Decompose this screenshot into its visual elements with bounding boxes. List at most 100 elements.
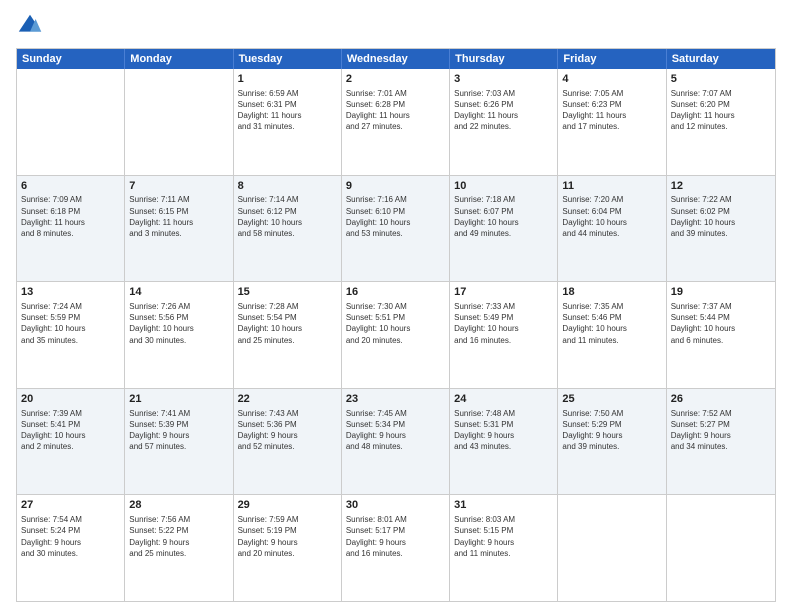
day-details: Sunrise: 7:09 AM Sunset: 6:18 PM Dayligh… bbox=[21, 194, 120, 239]
day-details: Sunrise: 7:03 AM Sunset: 6:26 PM Dayligh… bbox=[454, 88, 553, 133]
day-details: Sunrise: 7:52 AM Sunset: 5:27 PM Dayligh… bbox=[671, 408, 771, 453]
header-day-sunday: Sunday bbox=[17, 49, 125, 69]
day-number: 12 bbox=[671, 179, 771, 194]
day-details: Sunrise: 7:16 AM Sunset: 6:10 PM Dayligh… bbox=[346, 194, 445, 239]
day-details: Sunrise: 7:24 AM Sunset: 5:59 PM Dayligh… bbox=[21, 301, 120, 346]
day-number: 23 bbox=[346, 392, 445, 407]
day-number: 2 bbox=[346, 72, 445, 87]
calendar-cell: 31Sunrise: 8:03 AM Sunset: 5:15 PM Dayli… bbox=[450, 495, 558, 601]
calendar-cell: 27Sunrise: 7:54 AM Sunset: 5:24 PM Dayli… bbox=[17, 495, 125, 601]
day-details: Sunrise: 7:50 AM Sunset: 5:29 PM Dayligh… bbox=[562, 408, 661, 453]
day-number: 25 bbox=[562, 392, 661, 407]
calendar-cell: 9Sunrise: 7:16 AM Sunset: 6:10 PM Daylig… bbox=[342, 176, 450, 282]
header-day-tuesday: Tuesday bbox=[234, 49, 342, 69]
day-number: 27 bbox=[21, 498, 120, 513]
page-header bbox=[16, 12, 776, 40]
logo-icon bbox=[16, 12, 44, 40]
day-number: 15 bbox=[238, 285, 337, 300]
day-details: Sunrise: 7:20 AM Sunset: 6:04 PM Dayligh… bbox=[562, 194, 661, 239]
day-details: Sunrise: 7:43 AM Sunset: 5:36 PM Dayligh… bbox=[238, 408, 337, 453]
header-day-wednesday: Wednesday bbox=[342, 49, 450, 69]
day-details: Sunrise: 7:35 AM Sunset: 5:46 PM Dayligh… bbox=[562, 301, 661, 346]
day-number: 3 bbox=[454, 72, 553, 87]
calendar-cell: 25Sunrise: 7:50 AM Sunset: 5:29 PM Dayli… bbox=[558, 389, 666, 495]
day-details: Sunrise: 7:18 AM Sunset: 6:07 PM Dayligh… bbox=[454, 194, 553, 239]
calendar-cell bbox=[667, 495, 775, 601]
calendar-cell: 3Sunrise: 7:03 AM Sunset: 6:26 PM Daylig… bbox=[450, 69, 558, 175]
day-details: Sunrise: 7:11 AM Sunset: 6:15 PM Dayligh… bbox=[129, 194, 228, 239]
calendar-cell bbox=[125, 69, 233, 175]
calendar-cell: 14Sunrise: 7:26 AM Sunset: 5:56 PM Dayli… bbox=[125, 282, 233, 388]
day-number: 4 bbox=[562, 72, 661, 87]
day-details: Sunrise: 7:39 AM Sunset: 5:41 PM Dayligh… bbox=[21, 408, 120, 453]
page-container: SundayMondayTuesdayWednesdayThursdayFrid… bbox=[0, 0, 792, 612]
logo bbox=[16, 12, 48, 40]
day-number: 6 bbox=[21, 179, 120, 194]
calendar-header: SundayMondayTuesdayWednesdayThursdayFrid… bbox=[17, 49, 775, 69]
day-number: 7 bbox=[129, 179, 228, 194]
calendar-cell: 20Sunrise: 7:39 AM Sunset: 5:41 PM Dayli… bbox=[17, 389, 125, 495]
day-number: 24 bbox=[454, 392, 553, 407]
day-details: Sunrise: 7:37 AM Sunset: 5:44 PM Dayligh… bbox=[671, 301, 771, 346]
day-number: 13 bbox=[21, 285, 120, 300]
day-number: 1 bbox=[238, 72, 337, 87]
calendar-cell: 22Sunrise: 7:43 AM Sunset: 5:36 PM Dayli… bbox=[234, 389, 342, 495]
day-number: 30 bbox=[346, 498, 445, 513]
day-number: 5 bbox=[671, 72, 771, 87]
day-number: 31 bbox=[454, 498, 553, 513]
day-details: Sunrise: 7:14 AM Sunset: 6:12 PM Dayligh… bbox=[238, 194, 337, 239]
calendar-row-3: 20Sunrise: 7:39 AM Sunset: 5:41 PM Dayli… bbox=[17, 388, 775, 495]
calendar-cell: 15Sunrise: 7:28 AM Sunset: 5:54 PM Dayli… bbox=[234, 282, 342, 388]
day-number: 20 bbox=[21, 392, 120, 407]
calendar-cell: 23Sunrise: 7:45 AM Sunset: 5:34 PM Dayli… bbox=[342, 389, 450, 495]
day-details: Sunrise: 7:05 AM Sunset: 6:23 PM Dayligh… bbox=[562, 88, 661, 133]
calendar-cell: 10Sunrise: 7:18 AM Sunset: 6:07 PM Dayli… bbox=[450, 176, 558, 282]
calendar-cell: 30Sunrise: 8:01 AM Sunset: 5:17 PM Dayli… bbox=[342, 495, 450, 601]
day-details: Sunrise: 7:30 AM Sunset: 5:51 PM Dayligh… bbox=[346, 301, 445, 346]
calendar-cell: 19Sunrise: 7:37 AM Sunset: 5:44 PM Dayli… bbox=[667, 282, 775, 388]
calendar-cell: 26Sunrise: 7:52 AM Sunset: 5:27 PM Dayli… bbox=[667, 389, 775, 495]
day-details: Sunrise: 7:54 AM Sunset: 5:24 PM Dayligh… bbox=[21, 514, 120, 559]
header-day-friday: Friday bbox=[558, 49, 666, 69]
day-details: Sunrise: 8:03 AM Sunset: 5:15 PM Dayligh… bbox=[454, 514, 553, 559]
calendar-cell bbox=[17, 69, 125, 175]
day-number: 18 bbox=[562, 285, 661, 300]
calendar-cell: 28Sunrise: 7:56 AM Sunset: 5:22 PM Dayli… bbox=[125, 495, 233, 601]
day-number: 29 bbox=[238, 498, 337, 513]
day-details: Sunrise: 7:45 AM Sunset: 5:34 PM Dayligh… bbox=[346, 408, 445, 453]
day-details: Sunrise: 7:59 AM Sunset: 5:19 PM Dayligh… bbox=[238, 514, 337, 559]
calendar-row-1: 6Sunrise: 7:09 AM Sunset: 6:18 PM Daylig… bbox=[17, 175, 775, 282]
day-details: Sunrise: 7:22 AM Sunset: 6:02 PM Dayligh… bbox=[671, 194, 771, 239]
day-details: Sunrise: 8:01 AM Sunset: 5:17 PM Dayligh… bbox=[346, 514, 445, 559]
day-number: 10 bbox=[454, 179, 553, 194]
day-number: 28 bbox=[129, 498, 228, 513]
calendar-cell: 6Sunrise: 7:09 AM Sunset: 6:18 PM Daylig… bbox=[17, 176, 125, 282]
day-number: 16 bbox=[346, 285, 445, 300]
calendar-cell: 16Sunrise: 7:30 AM Sunset: 5:51 PM Dayli… bbox=[342, 282, 450, 388]
header-day-monday: Monday bbox=[125, 49, 233, 69]
calendar-cell: 1Sunrise: 6:59 AM Sunset: 6:31 PM Daylig… bbox=[234, 69, 342, 175]
day-details: Sunrise: 7:26 AM Sunset: 5:56 PM Dayligh… bbox=[129, 301, 228, 346]
calendar-cell: 24Sunrise: 7:48 AM Sunset: 5:31 PM Dayli… bbox=[450, 389, 558, 495]
calendar-cell: 5Sunrise: 7:07 AM Sunset: 6:20 PM Daylig… bbox=[667, 69, 775, 175]
day-number: 22 bbox=[238, 392, 337, 407]
day-details: Sunrise: 7:07 AM Sunset: 6:20 PM Dayligh… bbox=[671, 88, 771, 133]
calendar-cell: 21Sunrise: 7:41 AM Sunset: 5:39 PM Dayli… bbox=[125, 389, 233, 495]
header-day-thursday: Thursday bbox=[450, 49, 558, 69]
calendar-cell: 12Sunrise: 7:22 AM Sunset: 6:02 PM Dayli… bbox=[667, 176, 775, 282]
calendar-cell: 18Sunrise: 7:35 AM Sunset: 5:46 PM Dayli… bbox=[558, 282, 666, 388]
calendar-cell: 17Sunrise: 7:33 AM Sunset: 5:49 PM Dayli… bbox=[450, 282, 558, 388]
day-number: 26 bbox=[671, 392, 771, 407]
day-number: 11 bbox=[562, 179, 661, 194]
calendar-row-0: 1Sunrise: 6:59 AM Sunset: 6:31 PM Daylig… bbox=[17, 69, 775, 175]
day-number: 9 bbox=[346, 179, 445, 194]
calendar-cell bbox=[558, 495, 666, 601]
day-number: 19 bbox=[671, 285, 771, 300]
calendar: SundayMondayTuesdayWednesdayThursdayFrid… bbox=[16, 48, 776, 602]
day-details: Sunrise: 7:33 AM Sunset: 5:49 PM Dayligh… bbox=[454, 301, 553, 346]
day-details: Sunrise: 7:56 AM Sunset: 5:22 PM Dayligh… bbox=[129, 514, 228, 559]
calendar-cell: 4Sunrise: 7:05 AM Sunset: 6:23 PM Daylig… bbox=[558, 69, 666, 175]
header-day-saturday: Saturday bbox=[667, 49, 775, 69]
calendar-cell: 11Sunrise: 7:20 AM Sunset: 6:04 PM Dayli… bbox=[558, 176, 666, 282]
calendar-cell: 7Sunrise: 7:11 AM Sunset: 6:15 PM Daylig… bbox=[125, 176, 233, 282]
